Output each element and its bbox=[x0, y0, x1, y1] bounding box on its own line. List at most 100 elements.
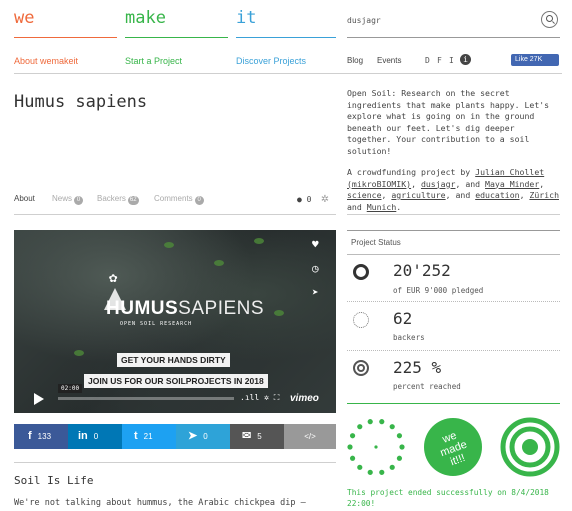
video-settings-icons[interactable]: .ıll ✲ ⛶ bbox=[240, 393, 279, 403]
telegram-count: 0 bbox=[203, 432, 208, 441]
nav-discover-projects[interactable]: Discover Projects bbox=[236, 56, 306, 66]
backers-count-badge: 62 bbox=[127, 196, 139, 205]
pledged-label: of EUR 9'000 pledged bbox=[393, 286, 484, 295]
embed-button[interactable]: </> bbox=[284, 424, 336, 449]
share-telegram-button[interactable]: ➤ 0 bbox=[176, 424, 230, 449]
ring-dot bbox=[367, 469, 373, 475]
logo-bold-text: HUMUS bbox=[106, 298, 179, 319]
project-blurb: Open Soil: Research on the secret ingred… bbox=[347, 88, 550, 156]
ring-dot bbox=[349, 455, 356, 461]
project-description: Open Soil: Research on the secret ingred… bbox=[347, 88, 562, 223]
byline-sep: , and bbox=[445, 190, 476, 200]
tab-about[interactable]: About bbox=[14, 194, 35, 203]
video-player[interactable]: ✿ HUMUSSAPIENS OPEN SOIL RESEARCH GET YO… bbox=[14, 230, 336, 413]
clock-icon[interactable]: ◷ bbox=[312, 262, 319, 275]
dotted-ring-icon bbox=[374, 445, 378, 449]
nav-events[interactable]: Events bbox=[377, 56, 401, 65]
share-linkedin-button[interactable]: in 0 bbox=[68, 424, 122, 449]
target-rings-badge bbox=[500, 417, 560, 477]
brand-we[interactable]: we bbox=[14, 8, 34, 28]
nav-about-wemakeit[interactable]: About wemakeit bbox=[14, 56, 78, 66]
ring-dot bbox=[357, 464, 363, 470]
vimeo-logo[interactable]: vimeo bbox=[290, 393, 319, 404]
tabs-divider-left bbox=[14, 214, 336, 215]
search-icon[interactable] bbox=[541, 11, 558, 28]
more-menu-count: 0 bbox=[306, 195, 312, 204]
nav-blog[interactable]: Blog bbox=[347, 56, 363, 65]
share-facebook-button[interactable]: f 133 bbox=[14, 424, 68, 449]
pledged-amount: 20'252 bbox=[393, 261, 451, 280]
byline-sep: , bbox=[381, 190, 392, 200]
byline-prefix: A crowdfunding project by bbox=[347, 167, 476, 177]
video-banner-1: GET YOUR HANDS DIRTY bbox=[117, 353, 230, 367]
share-email-button[interactable]: ✉ 5 bbox=[230, 424, 284, 449]
twitter-icon: t bbox=[134, 430, 138, 443]
author-link-dusjagr[interactable]: dusjagr bbox=[421, 179, 456, 189]
gear-icon[interactable]: ✲ bbox=[321, 191, 329, 206]
ring-dot bbox=[349, 433, 356, 439]
header-divider bbox=[14, 73, 562, 74]
location-link-munich[interactable]: Munich bbox=[367, 202, 397, 212]
facebook-count: 133 bbox=[37, 432, 52, 441]
section-text: We're not talking about hummus, the Arab… bbox=[14, 498, 306, 508]
byline-sep: , bbox=[519, 190, 530, 200]
status-head-rule bbox=[347, 254, 560, 255]
ring-dot bbox=[396, 433, 403, 439]
brand-make[interactable]: make bbox=[125, 8, 166, 28]
leaf-decoration bbox=[214, 260, 224, 266]
tab-news[interactable]: News 0 bbox=[52, 194, 84, 205]
email-icon: ✉ bbox=[242, 430, 252, 443]
status-divider bbox=[347, 301, 560, 302]
logo-subtitle: OPEN SOIL RESEARCH bbox=[120, 321, 193, 327]
video-progress-bar[interactable] bbox=[58, 397, 234, 400]
ring-dot bbox=[367, 419, 373, 425]
ring-dot bbox=[379, 469, 385, 475]
status-divider bbox=[347, 350, 560, 351]
search-input[interactable]: dusjagr bbox=[347, 16, 381, 25]
leaf-decoration bbox=[274, 310, 284, 316]
share-twitter-button[interactable]: t 21 bbox=[122, 424, 176, 449]
info-icon[interactable]: i bbox=[460, 54, 471, 65]
category-link-science[interactable]: science bbox=[347, 190, 382, 200]
pledged-circle-icon bbox=[353, 264, 369, 280]
tab-comments-label: Comments bbox=[154, 194, 193, 203]
leaf-decoration bbox=[74, 350, 84, 356]
brand-it-underline bbox=[236, 37, 336, 38]
nav-start-project[interactable]: Start a Project bbox=[125, 56, 182, 66]
ring-dot bbox=[389, 424, 395, 430]
project-ended-message: This project ended successfully on 8/4/2… bbox=[347, 488, 549, 508]
location-link-zurich[interactable]: Zürich bbox=[529, 190, 559, 200]
play-icon[interactable] bbox=[34, 393, 44, 405]
video-banner-2: JOIN US FOR OUR SOILPROJECTS IN 2018 bbox=[84, 374, 268, 388]
leaf-decoration bbox=[254, 238, 264, 244]
category-link-education[interactable]: education bbox=[475, 190, 519, 200]
brand-it[interactable]: it bbox=[236, 8, 256, 28]
flower-icon: ✿ bbox=[109, 270, 118, 286]
byline-sep: and bbox=[347, 201, 367, 212]
video-time: 02:00 bbox=[58, 384, 83, 393]
we-made-it-badge: we made it!!! bbox=[424, 418, 482, 476]
percent-reached: 225 % bbox=[393, 358, 442, 377]
status-heading: Project Status bbox=[351, 238, 401, 247]
byline-sep: , and bbox=[455, 178, 486, 189]
percent-target-icon bbox=[353, 360, 369, 376]
content-divider bbox=[14, 462, 336, 463]
heart-icon[interactable]: ♥ bbox=[312, 238, 319, 251]
category-link-agriculture[interactable]: agriculture bbox=[391, 190, 445, 200]
more-menu[interactable]: ● 0 bbox=[297, 195, 311, 204]
backers-dotted-circle-icon bbox=[353, 312, 369, 328]
lang-i[interactable]: I bbox=[449, 56, 454, 65]
ring-dot bbox=[357, 424, 363, 430]
search-underline bbox=[347, 37, 560, 38]
humus-sapiens-logo: HUMUSSAPIENS bbox=[106, 298, 264, 320]
tab-backers[interactable]: Backers 62 bbox=[97, 194, 139, 205]
tab-comments[interactable]: Comments 0 bbox=[154, 194, 204, 205]
news-count-badge: 0 bbox=[74, 196, 84, 205]
author-link-maya[interactable]: Maya Minder bbox=[485, 179, 539, 189]
lang-f[interactable]: F bbox=[437, 56, 442, 65]
project-status-panel: Project Status 20'252 of EUR 9'000 pledg… bbox=[347, 230, 560, 393]
lang-d[interactable]: D bbox=[425, 56, 430, 65]
facebook-like-button[interactable]: Like 27K bbox=[511, 54, 559, 66]
email-count: 5 bbox=[257, 432, 262, 441]
send-icon[interactable]: ➤ bbox=[312, 286, 319, 299]
